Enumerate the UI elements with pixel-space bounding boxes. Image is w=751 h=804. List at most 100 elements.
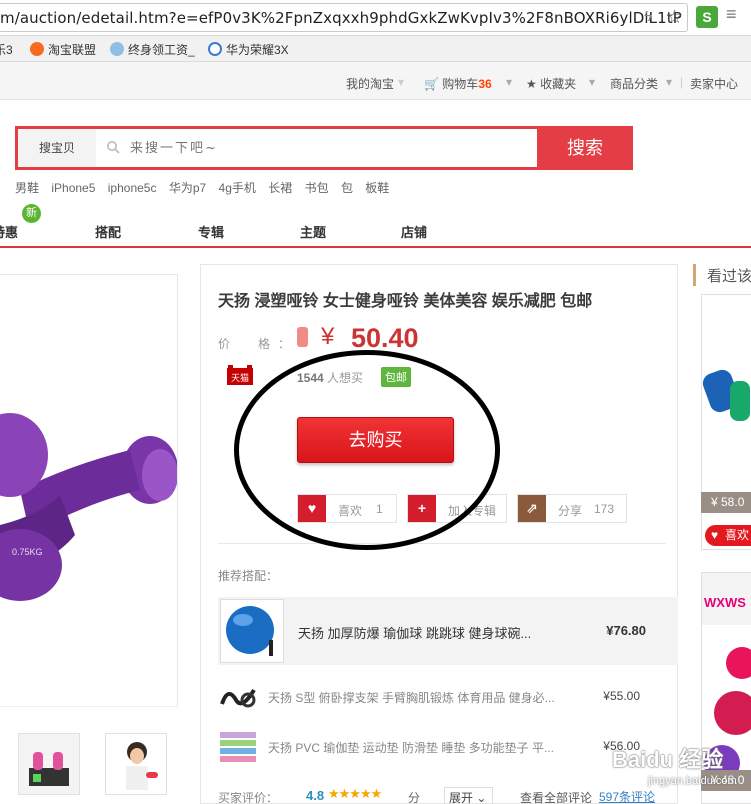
hotword-link[interactable]: iphone5c	[108, 181, 157, 195]
seller-center-link[interactable]: 卖家中心	[690, 75, 738, 92]
favorites-label: 收藏夹	[540, 77, 577, 91]
chevron-down-icon: ▾	[589, 75, 596, 89]
thumbnail-strip	[0, 706, 178, 804]
hotword-link[interactable]: 书包	[305, 181, 329, 195]
divider: |	[680, 75, 684, 89]
rating-stars: ★★★★★	[328, 786, 382, 801]
union-icon	[30, 42, 44, 56]
nav-item-deals[interactable]: 特惠	[0, 222, 18, 241]
svg-text:WXWS: WXWS	[704, 595, 746, 610]
heart-icon: ♥	[298, 495, 326, 522]
hotword-link[interactable]: 包	[341, 181, 353, 195]
recommendation-image	[220, 599, 284, 663]
currency-symbol: ¥	[321, 323, 335, 350]
recommendation-item[interactable]: 天扬 加厚防爆 瑜伽球 跳跳球 健身球碗... ¥76.80	[218, 597, 678, 665]
category-nav: 特惠 搭配 专辑 主题 店铺	[0, 200, 751, 248]
recommendation-name: 天扬 PVC 瑜伽垫 运动垫 防滑垫 睡垫 多功能垫子 平...	[268, 741, 555, 755]
bookmark-item[interactable]: 乐3	[0, 41, 13, 58]
bookmark-label: 淘宝联盟	[48, 43, 97, 57]
cart-icon: 🛒	[424, 77, 439, 91]
add-to-album-button[interactable]: + 加入专辑	[407, 494, 507, 523]
price-tag-icon	[297, 327, 308, 347]
viewed-also-title: 看过该	[707, 268, 751, 285]
viewed-also-header: 看过该	[693, 264, 751, 286]
price-label: 价 格：	[218, 337, 299, 351]
bookmark-item[interactable]: 终身领工资_	[110, 41, 195, 58]
recommendation-name: 天扬 加厚防爆 瑜伽球 跳跳球 健身球碗...	[298, 626, 532, 641]
rating-label: 买家评价：	[218, 791, 279, 804]
hotword-link[interactable]: 4g手机	[219, 181, 256, 195]
bookmark-item[interactable]: 华为荣耀3X	[208, 41, 289, 58]
review-count-link[interactable]: 597条评论	[599, 788, 655, 804]
add-album-label: 加入专辑	[448, 504, 497, 518]
divider	[218, 543, 666, 544]
recommendation-item[interactable]: 天扬 PVC 瑜伽垫 运动垫 防滑垫 睡垫 多功能垫子 平... ¥56.00	[218, 726, 678, 766]
share-button[interactable]: ⇗ 分享 173	[517, 494, 627, 523]
bookmark-label: 华为荣耀3X	[226, 43, 289, 57]
sidebar-product-image	[702, 295, 751, 491]
menu-icon[interactable]: ≡	[726, 4, 737, 25]
search-input[interactable]	[130, 137, 530, 159]
weight-label: 0.75KG	[12, 547, 43, 557]
dumbbell-image: 0.75KG	[0, 275, 177, 705]
bookmark-item[interactable]: 淘宝联盟	[30, 41, 96, 58]
recommendation-name: 天扬 S型 俯卧撑支架 手臂胸肌锻炼 体育用品 健身必...	[268, 691, 555, 705]
nav-item-store[interactable]: 店铺	[401, 222, 427, 241]
nav-item-theme[interactable]: 主题	[300, 222, 326, 241]
new-badge: 新	[22, 204, 41, 223]
hotword-link[interactable]: 长裙	[268, 181, 292, 195]
search-icon	[107, 141, 120, 154]
yoga-ball-image	[226, 606, 274, 656]
my-taobao-link[interactable]: 我的淘宝	[346, 75, 394, 92]
yoga-mat-image	[220, 732, 256, 762]
want-count: 1544 人想买	[297, 369, 363, 386]
thumbnail[interactable]	[105, 733, 167, 795]
expand-button[interactable]: 展开 ⌄	[444, 787, 494, 804]
chevron-down-icon: ▾	[398, 75, 405, 89]
recommendation-image	[218, 676, 258, 716]
hotword-link[interactable]: 板鞋	[365, 181, 389, 195]
free-shipping-badge: 包邮	[381, 367, 411, 387]
recommend-label: 推荐搭配：	[218, 569, 279, 583]
site-top-nav: 我的淘宝 ▾ 🛒 购物车36 ▾ ★ 收藏夹 ▾ 商品分类 ▾ | 卖家中心	[0, 62, 751, 100]
expand-label: 展开	[449, 791, 474, 804]
recommendation-image	[218, 726, 258, 766]
rating-score: 4.8	[306, 788, 325, 803]
bookmarks-bar: 乐3 淘宝联盟 终身领工资_ 华为荣耀3X	[0, 36, 751, 62]
nav-item-album[interactable]: 专辑	[198, 222, 224, 241]
chevron-down-icon: ⌄	[476, 791, 487, 804]
like-label: 喜欢	[338, 504, 363, 518]
lightning-icon[interactable]: ϟ	[644, 8, 652, 25]
baidu-jingyan-watermark: Baidu 经验	[612, 747, 724, 772]
hotword-link[interactable]: 华为p7	[169, 181, 206, 195]
categories-link[interactable]: 商品分类	[610, 75, 658, 92]
share-count: 173	[594, 502, 615, 516]
view-all-reviews-link[interactable]: 查看全部评论	[520, 789, 592, 804]
extension-icon[interactable]: S	[696, 6, 718, 28]
buy-button[interactable]: 去购买	[297, 417, 454, 463]
plus-icon: +	[408, 495, 436, 522]
nav-item-match[interactable]: 搭配	[95, 222, 121, 241]
search-button[interactable]: 搜索	[537, 126, 633, 170]
bookmark-label: 终身领工资_	[128, 43, 195, 57]
cart-count: 36	[478, 77, 492, 91]
url-text[interactable]: m/auction/edetail.htm?e=efP0v3K%2FpnZxqx…	[0, 9, 682, 27]
search-category-select[interactable]: 搜宝贝	[18, 129, 96, 167]
watermark-url: jingyan.baidu.com	[648, 775, 737, 787]
star-icon: ★	[526, 77, 537, 91]
recommendation-price: ¥76.80	[606, 623, 646, 638]
svg-text:天猫: 天猫	[231, 372, 249, 384]
cart-link[interactable]: 🛒 购物车36	[424, 75, 492, 92]
hotword-link[interactable]: iPhone5	[51, 181, 95, 195]
sidebar-like-button[interactable]: 喜欢	[705, 525, 751, 546]
favorites-link[interactable]: ★ 收藏夹	[526, 75, 576, 92]
like-button[interactable]: ♥ 喜欢 1	[297, 494, 397, 523]
thumbnail-image	[19, 734, 79, 794]
product-info-panel: 天扬 浸塑哑铃 女士健身哑铃 美体美容 娱乐减肥 包邮 价 格： ¥ 50.40…	[200, 264, 678, 804]
bookmark-star-icon[interactable]: ☆	[666, 6, 683, 29]
recommendation-item[interactable]: 天扬 S型 俯卧撑支架 手臂胸肌锻炼 体育用品 健身必... ¥55.00	[218, 676, 678, 716]
hotword-link[interactable]: 男鞋	[15, 181, 39, 195]
want-number: 1544	[297, 371, 324, 385]
pushup-stand-image	[220, 688, 256, 708]
thumbnail[interactable]	[18, 733, 80, 795]
